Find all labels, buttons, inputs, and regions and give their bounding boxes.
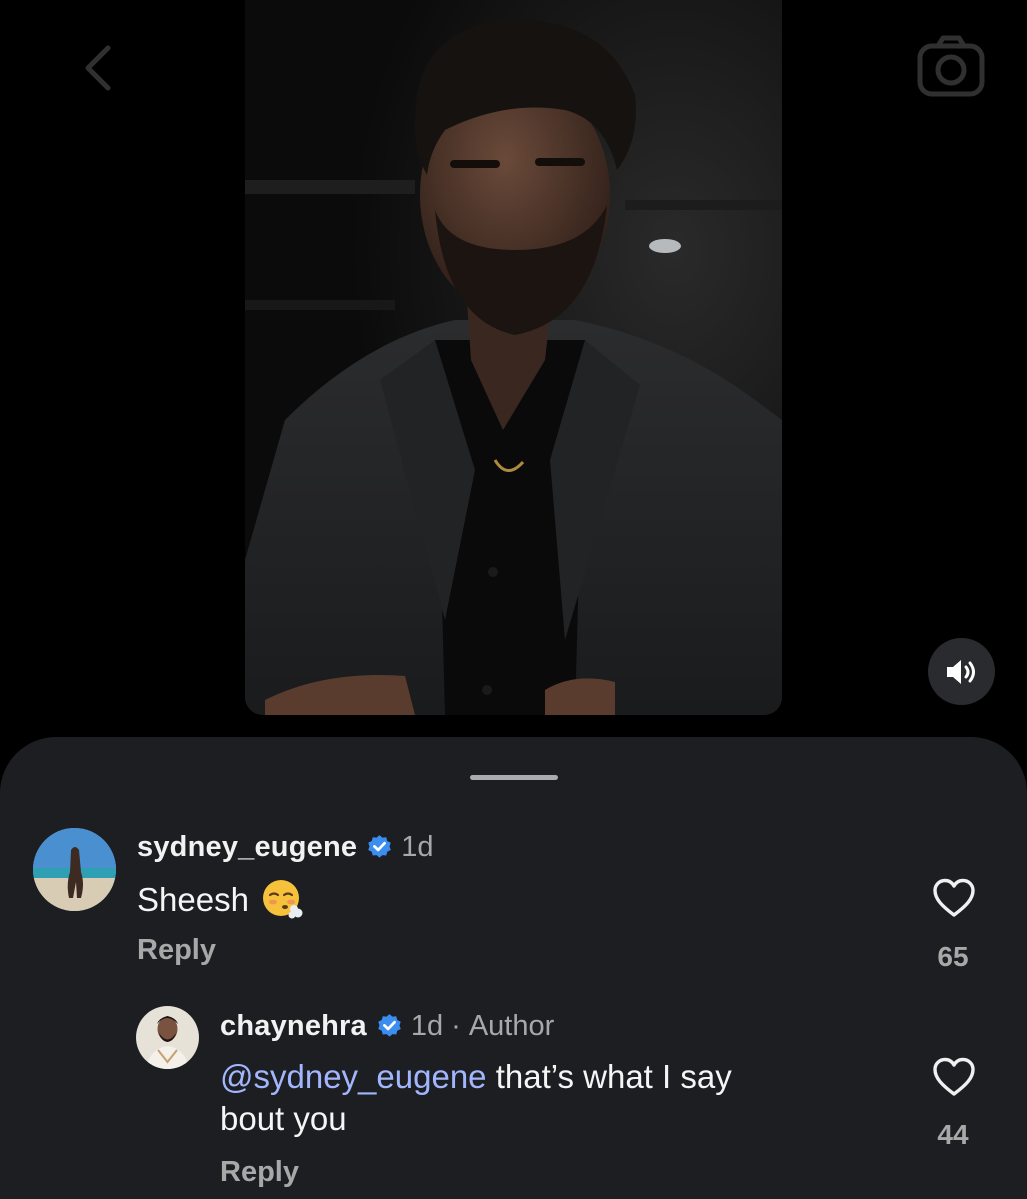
- post-photo[interactable]: [245, 0, 782, 715]
- meta-separator: ·: [451, 1010, 461, 1042]
- reply-button[interactable]: Reply: [220, 1156, 299, 1189]
- comment-username[interactable]: sydney_eugene: [137, 831, 357, 864]
- comments-sheet: sydney_eugene 1d Sheesh Reply 65 chayneh…: [0, 737, 1027, 1199]
- chevron-left-icon[interactable]: [70, 40, 126, 96]
- speaker-icon: [946, 659, 975, 684]
- camera-icon[interactable]: [916, 34, 986, 98]
- sound-toggle-button[interactable]: [928, 638, 995, 705]
- face-exhaling-icon: [262, 880, 303, 919]
- like-count: 65: [937, 941, 969, 972]
- comment-timestamp: 1d: [401, 831, 434, 863]
- verified-badge-icon: [378, 1014, 401, 1037]
- comment-text: Sheesh: [137, 878, 303, 921]
- comment-username[interactable]: chaynehra: [220, 1010, 367, 1043]
- drag-handle[interactable]: [470, 775, 558, 780]
- heart-icon[interactable]: [932, 878, 976, 918]
- verified-badge-icon: [368, 835, 391, 858]
- avatar[interactable]: [33, 828, 116, 911]
- like-count: 44: [937, 1119, 969, 1150]
- post-view: sydney_eugene 1d Sheesh Reply 65 chayneh…: [0, 0, 1027, 1199]
- author-badge: Author: [468, 1010, 555, 1042]
- reply-button[interactable]: Reply: [137, 934, 216, 967]
- comment-timestamp: 1d: [410, 1010, 444, 1042]
- comment-meta: chaynehra 1d · Author: [220, 1010, 554, 1043]
- portrait-image: [245, 0, 782, 715]
- avatar[interactable]: [136, 1006, 199, 1069]
- comment-meta: sydney_eugene 1d: [137, 831, 433, 864]
- heart-icon[interactable]: [932, 1057, 976, 1097]
- comment-text: @sydney_eugene that’s what I say bout yo…: [220, 1058, 732, 1137]
- mention-link[interactable]: @sydney_eugene: [220, 1058, 487, 1095]
